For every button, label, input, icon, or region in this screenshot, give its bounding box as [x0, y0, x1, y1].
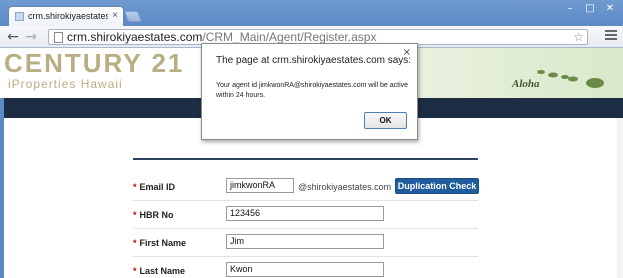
email-id-input[interactable]: jimkwonRA	[226, 178, 294, 193]
minimize-icon[interactable]: –	[561, 2, 579, 14]
tab-title: crm.shirokiyaestates.com	[28, 11, 108, 21]
menu-icon[interactable]	[605, 30, 617, 42]
alert-dialog: The page at crm.shirokiyaestates.com say…	[201, 43, 418, 140]
forward-arrow-icon[interactable]: →	[22, 28, 40, 45]
site-logo-subtitle: iProperties Hawaii	[8, 77, 123, 91]
bookmark-star-icon[interactable]: ☆	[573, 30, 584, 44]
close-window-icon[interactable]: ✕	[601, 2, 619, 14]
dialog-close-icon[interactable]: ×	[403, 47, 411, 58]
form-row-email: * Email ID jimkwonRA @shirokiyaestates.co…	[133, 173, 479, 201]
field-label: * First Name	[133, 238, 187, 248]
page-favicon-icon	[15, 12, 24, 21]
url-host: crm.shirokiyaestates.com	[67, 30, 203, 44]
aloha-script: Aloha	[512, 78, 540, 90]
new-tab-button[interactable]	[123, 11, 143, 22]
email-domain-suffix: @shirokiyaestates.com	[298, 182, 392, 192]
duplication-check-button[interactable]: Duplication Check	[395, 178, 479, 194]
site-logo[interactable]: CENTURY 21	[4, 48, 184, 79]
dialog-message: Your agent id jimkwonRA@shirokiyaestates…	[216, 82, 409, 99]
form-row-first-name: * First Name Jim	[133, 229, 478, 257]
hbr-no-input[interactable]: 123456	[226, 206, 384, 221]
maximize-icon[interactable]: □	[581, 2, 599, 14]
form-row-hbr: * HBR No 123456	[133, 201, 478, 229]
tab-close-icon[interactable]: ×	[112, 10, 118, 21]
url-path: /CRM_Main/Agent/Register.aspx	[202, 30, 377, 44]
field-label: * HBR No	[133, 210, 174, 220]
form-row-last-name: * Last Name Kwon	[133, 257, 478, 278]
hawaii-islands-icon	[537, 70, 604, 88]
browser-tab[interactable]: crm.shirokiyaestates.com ×	[8, 6, 124, 26]
window-controls: – □ ✕	[561, 2, 619, 14]
ok-button[interactable]: OK	[364, 112, 407, 129]
last-name-input[interactable]: Kwon	[226, 262, 384, 277]
field-label: * Last Name	[133, 266, 186, 276]
form-divider	[133, 158, 478, 160]
field-label: * Email ID	[133, 182, 176, 192]
dialog-title: The page at crm.shirokiyaestates.com say…	[216, 55, 412, 66]
back-arrow-icon[interactable]: ←	[4, 28, 22, 45]
page-icon	[54, 32, 63, 43]
first-name-input[interactable]: Jim	[226, 234, 384, 249]
browser-chrome: crm.shirokiyaestates.com × – □ ✕ ← → crm…	[0, 0, 623, 48]
